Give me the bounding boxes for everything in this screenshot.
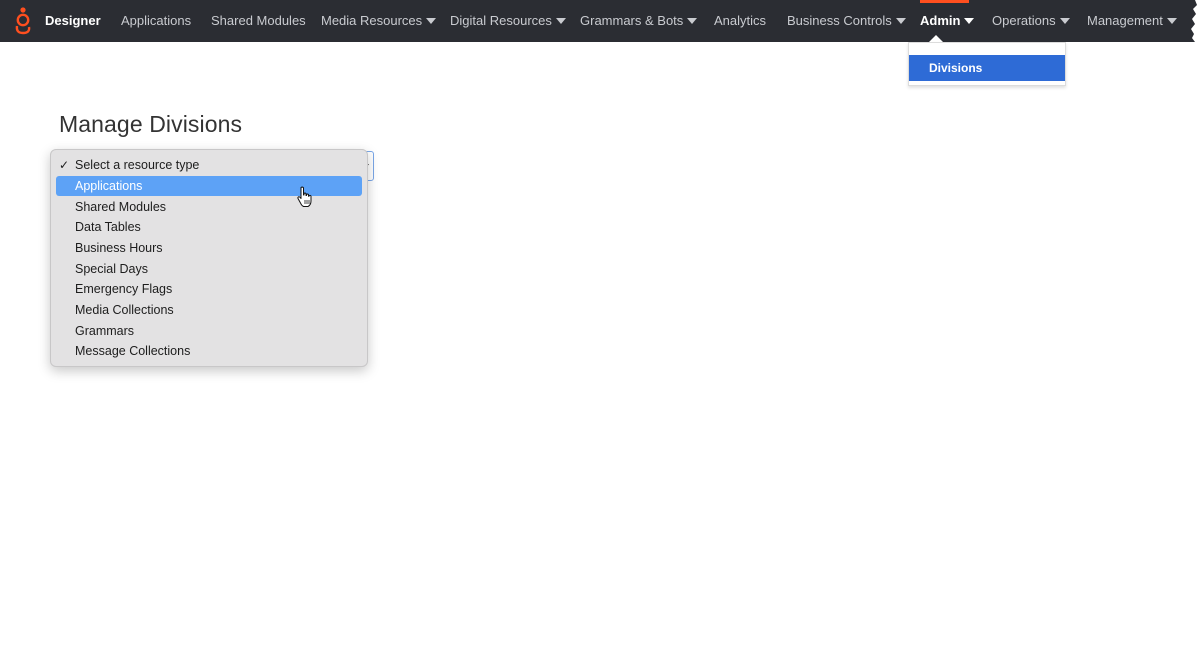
nav-label: Shared Modules xyxy=(211,13,306,28)
option-label: Business Hours xyxy=(75,241,163,255)
active-nav-indicator xyxy=(920,0,969,3)
genesys-logo-icon[interactable] xyxy=(12,6,34,36)
menu-item-divisions[interactable]: Divisions xyxy=(909,55,1065,81)
nav-label: Operations xyxy=(992,13,1056,28)
option-emergency-flags[interactable]: Emergency Flags xyxy=(56,279,362,299)
checkmark-icon: ✓ xyxy=(59,158,70,172)
torn-edge-decoration xyxy=(1191,0,1199,42)
nav-label: Business Controls xyxy=(787,13,892,28)
nav-label: Applications xyxy=(121,13,192,28)
top-navbar: Designer Applications Shared Modules Med… xyxy=(0,0,1199,42)
caret-down-icon xyxy=(1166,18,1177,24)
caret-down-icon xyxy=(1059,18,1070,24)
caret-down-icon xyxy=(687,18,698,24)
nav-label: Media Resources xyxy=(321,13,423,28)
option-special-days[interactable]: Special Days xyxy=(56,259,362,279)
option-select-resource-type[interactable]: ✓ Select a resource type xyxy=(56,155,362,175)
nav-label: Grammars & Bots xyxy=(580,13,684,28)
resource-type-options-list: ✓ Select a resource type Applications Sh… xyxy=(50,149,368,367)
nav-digital-resources[interactable]: Digital Resources xyxy=(450,13,566,28)
option-message-collections[interactable]: Message Collections xyxy=(56,341,362,361)
option-shared-modules[interactable]: Shared Modules xyxy=(56,197,362,217)
nav-applications[interactable]: Applications xyxy=(121,13,191,28)
option-grammars[interactable]: Grammars xyxy=(56,321,362,341)
nav-shared-modules[interactable]: Shared Modules xyxy=(211,13,306,28)
nav-grammars-bots[interactable]: Grammars & Bots xyxy=(580,13,698,28)
caret-down-icon xyxy=(426,18,437,24)
caret-down-icon xyxy=(895,18,906,24)
option-label: Shared Modules xyxy=(75,200,167,214)
option-label: Message Collections xyxy=(75,344,191,358)
option-label: Data Tables xyxy=(75,220,141,234)
option-media-collections[interactable]: Media Collections xyxy=(56,300,362,320)
caret-down-icon xyxy=(555,18,566,24)
option-label: Emergency Flags xyxy=(75,282,173,296)
caret-down-icon xyxy=(964,18,975,24)
option-data-tables[interactable]: Data Tables xyxy=(56,217,362,237)
option-applications[interactable]: Applications xyxy=(56,176,362,196)
nav-label: Digital Resources xyxy=(450,13,552,28)
option-label: Select a resource type xyxy=(75,158,200,172)
nav-media-resources[interactable]: Media Resources xyxy=(321,13,437,28)
nav-analytics[interactable]: Analytics xyxy=(714,13,766,28)
nav-label: Management xyxy=(1087,13,1163,28)
option-label: Special Days xyxy=(75,262,148,276)
option-business-hours[interactable]: Business Hours xyxy=(56,238,362,258)
option-label: Applications xyxy=(75,179,143,193)
option-label: Media Collections xyxy=(75,303,174,317)
nav-label: Analytics xyxy=(714,13,767,28)
hand-pointer-cursor-icon xyxy=(297,186,312,207)
nav-operations[interactable]: Operations xyxy=(992,13,1070,28)
admin-dropdown-menu: Divisions xyxy=(908,42,1066,86)
option-label: Grammars xyxy=(75,324,135,338)
page-title: Manage Divisions xyxy=(59,111,243,137)
nav-label: Admin xyxy=(920,13,961,28)
brand-name[interactable]: Designer xyxy=(45,13,101,28)
nav-business-controls[interactable]: Business Controls xyxy=(787,13,906,28)
nav-admin[interactable]: Admin xyxy=(920,13,975,28)
dropdown-pointer xyxy=(929,35,943,42)
nav-management[interactable]: Management xyxy=(1087,13,1177,28)
